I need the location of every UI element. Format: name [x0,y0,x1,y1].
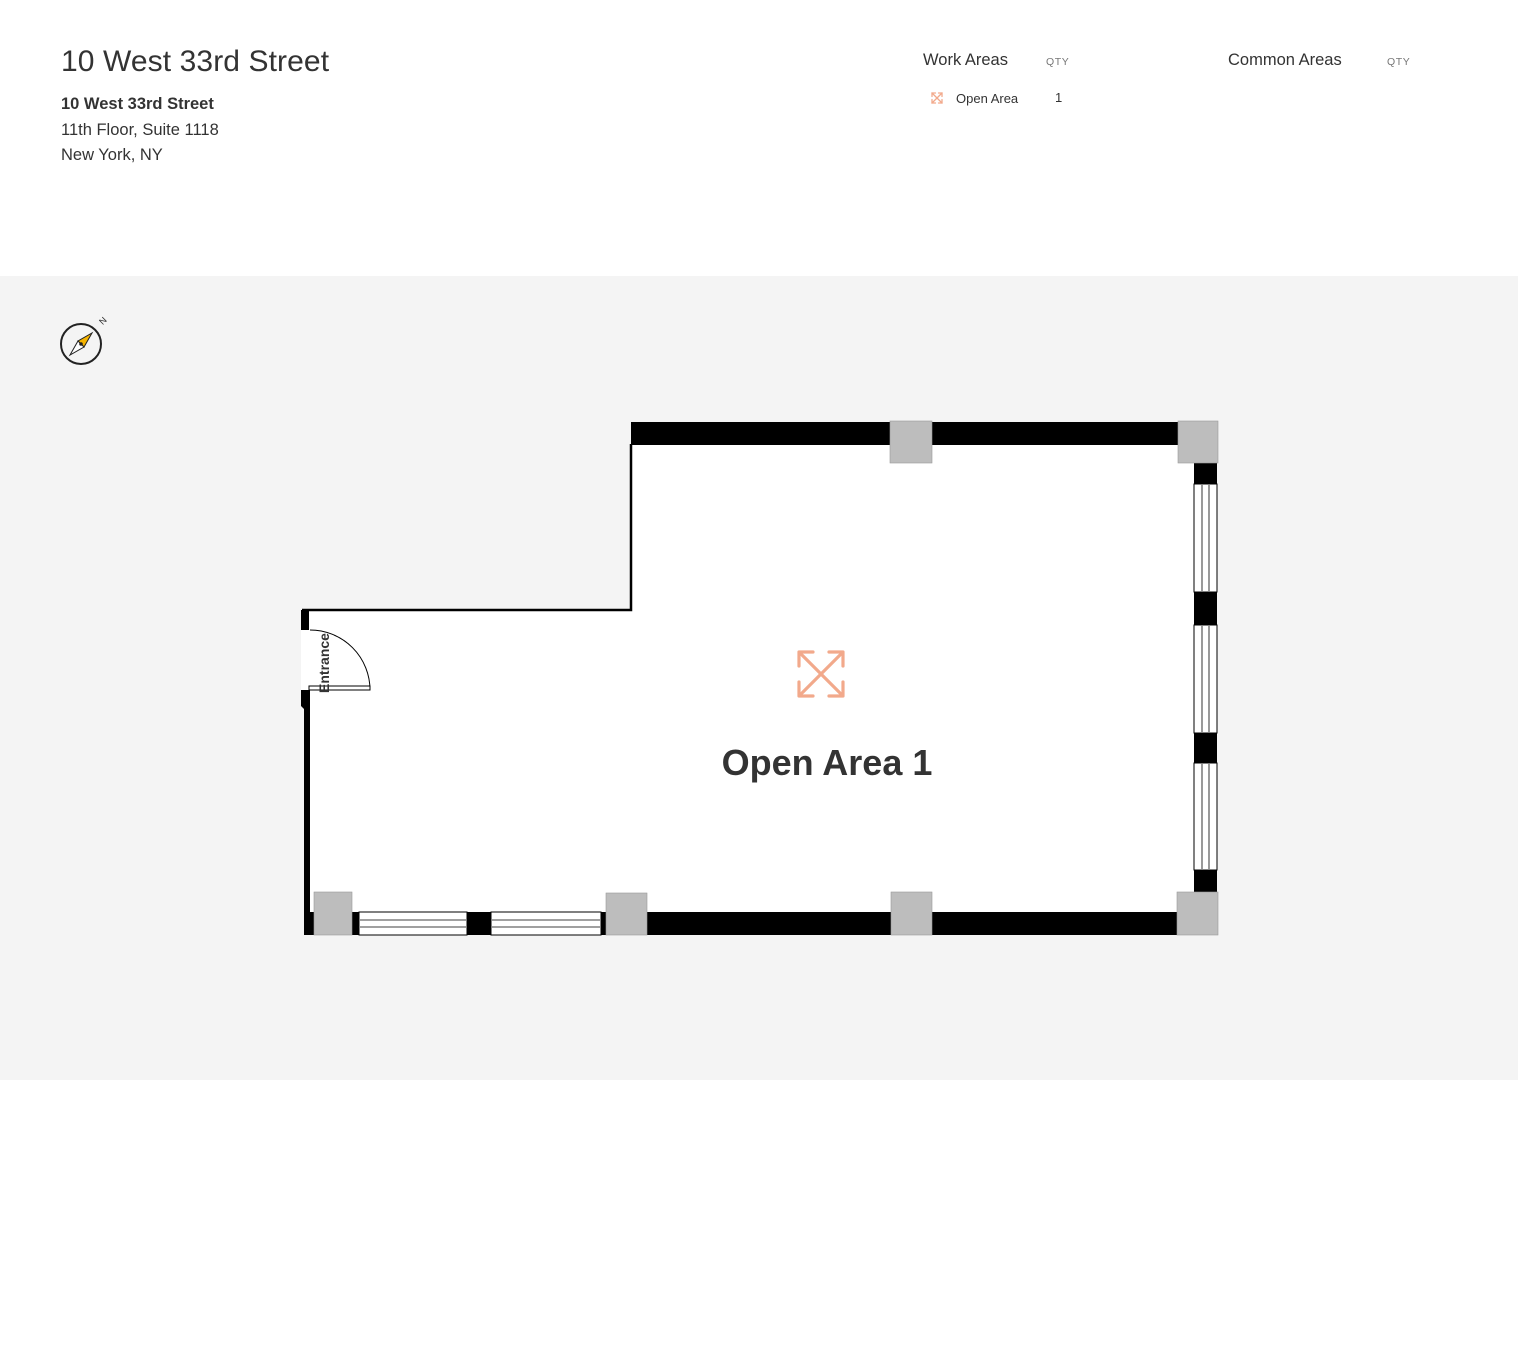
floor-plan: N Entrance Open Area 1 [60,315,1219,936]
common-areas-heading: Common Areas [1228,51,1342,69]
interior-walls [302,444,633,612]
page-title: 10 West 33rd Street [61,45,330,78]
address-name: 10 West 33rd Street [61,95,214,113]
floor-plan-area: N Entrance Open Area 1 [0,276,1518,1356]
legend-item-qty: 1 [1055,90,1063,105]
windows-east [1193,483,1218,871]
work-areas-qty-header: QTY [1046,56,1070,68]
address-line-1: 11th Floor, Suite 1118 [61,121,219,139]
compass-icon: N [60,315,109,365]
legend-item-label: Open Area [956,90,1019,106]
open-area-icon [931,92,943,104]
common-areas-qty-header: QTY [1387,56,1411,68]
footer-band [34,1248,1518,1356]
legend-item-open-area: Open Area [930,90,1018,106]
room-label: Open Area 1 [722,742,933,783]
header: 10 West 33rd Street 10 West 33rd Street … [0,0,1518,276]
entrance-label: Entrance [316,633,332,693]
room-floor [307,444,1194,912]
address-line-2: New York, NY [61,146,163,164]
compass-north-label: N [97,315,109,327]
work-areas-heading: Work Areas [923,51,1008,69]
